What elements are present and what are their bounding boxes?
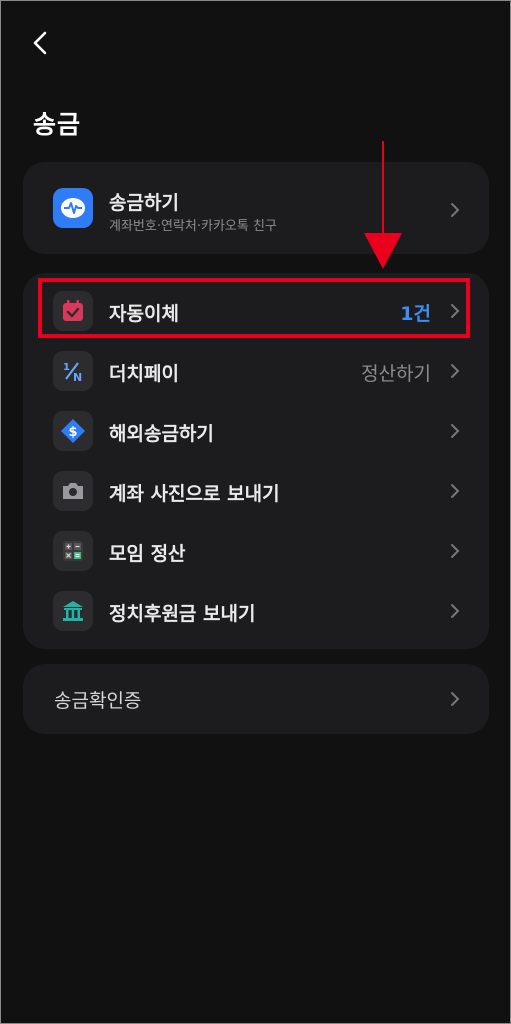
transfer-certificate-label: 송금확인증 (54, 690, 142, 712)
transfer-card[interactable]: 송금하기 계좌번호·연락처·카카오톡 친구 (23, 162, 489, 254)
screen: 송금 송금하기 계좌번호·연락처·카카오톡 친구 자동이체 1건 1 N 더치페… (0, 0, 511, 1024)
red-arrow-line (382, 141, 384, 239)
chevron-right-icon (451, 364, 460, 378)
page-title: 송금 (33, 110, 82, 139)
menu-item-overseas-transfer[interactable]: $ 해외송금하기 (23, 401, 489, 461)
menu-item-label: 모임 정산 (109, 543, 186, 565)
chevron-right-icon (451, 604, 460, 618)
menu-item-label: 계좌 사진으로 보내기 (109, 483, 280, 505)
transfer-icon (53, 188, 93, 228)
chevron-right-icon (451, 424, 460, 438)
chevron-right-icon (451, 484, 460, 498)
camera-icon (53, 471, 93, 511)
dutch-pay-icon: 1 N (53, 351, 93, 391)
highlight-box (38, 278, 470, 338)
dollar-diamond-icon: $ (53, 411, 93, 451)
back-icon[interactable] (27, 29, 55, 57)
transfer-label: 송금하기 (109, 192, 179, 214)
menu-item-label: 해외송금하기 (109, 423, 214, 445)
menu-item-political-donation[interactable]: 정치후원금 보내기 (23, 581, 489, 641)
menu-item-label: 정치후원금 보내기 (109, 603, 256, 625)
menu-item-photo-transfer[interactable]: 계좌 사진으로 보내기 (23, 461, 489, 521)
chevron-right-icon (451, 692, 460, 706)
svg-text:1: 1 (63, 362, 70, 373)
menu-item-dutch-pay[interactable]: 1 N 더치페이 정산하기 (23, 341, 489, 401)
transfer-certificate-card[interactable]: 송금확인증 (23, 664, 489, 734)
svg-text:N: N (73, 371, 82, 384)
menu-item-group-settlement[interactable]: 모임 정산 (23, 521, 489, 581)
dutch-pay-action: 정산하기 (361, 363, 431, 385)
calculator-icon (53, 531, 93, 571)
chevron-right-icon (451, 544, 460, 558)
svg-text:$: $ (68, 425, 77, 440)
red-arrow-head (364, 233, 402, 269)
government-building-icon (53, 591, 93, 631)
chevron-right-icon (451, 203, 460, 217)
menu-item-label: 더치페이 (109, 363, 179, 385)
transfer-subtitle: 계좌번호·연락처·카카오톡 친구 (109, 219, 277, 234)
